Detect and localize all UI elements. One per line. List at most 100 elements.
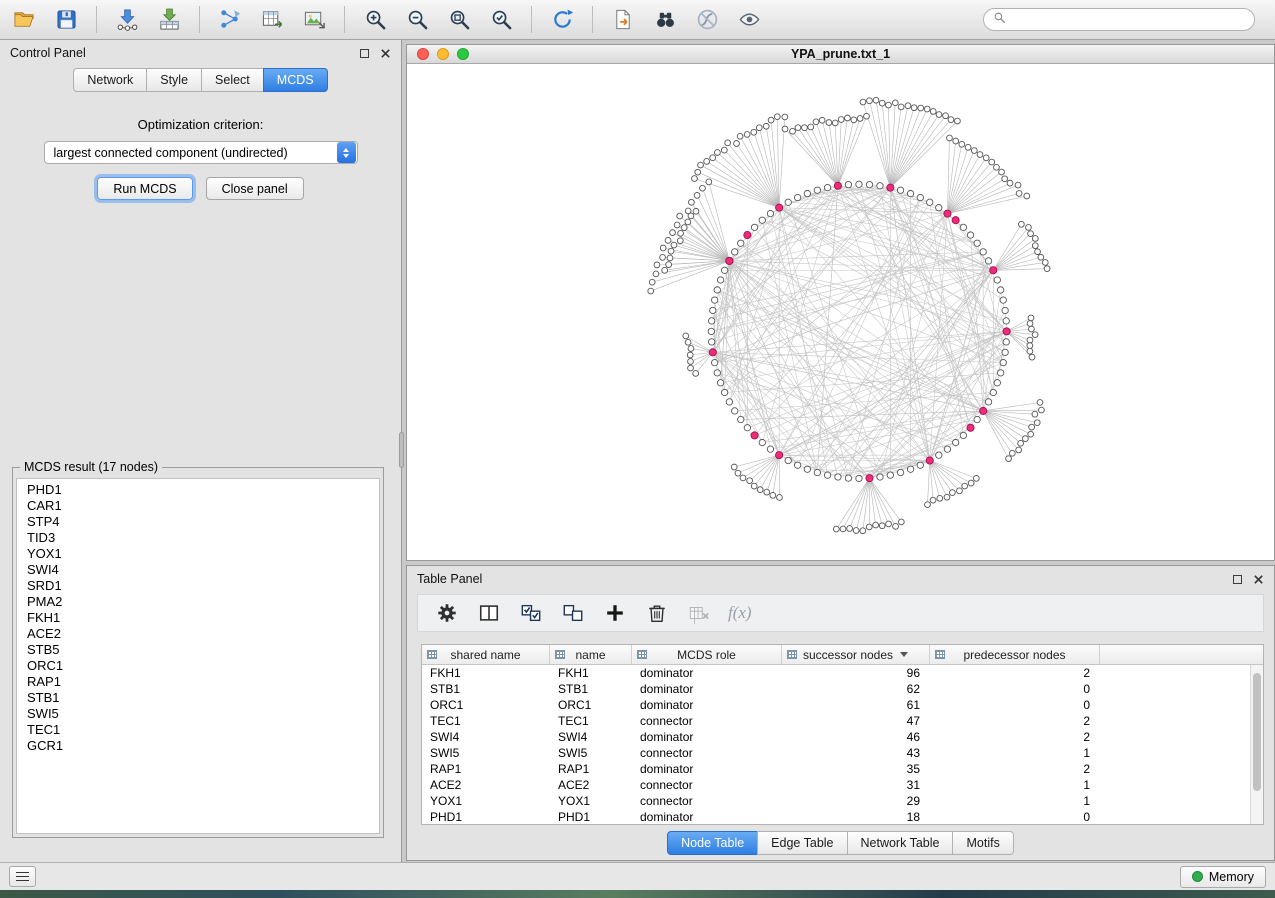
cell-shared-name[interactable]: ACE2 [422, 778, 550, 792]
table-scrollbar[interactable] [1250, 665, 1263, 824]
table-row[interactable]: YOX1YOX1connector291 [422, 793, 1250, 809]
unselect-all-columns-icon[interactable] [560, 600, 586, 626]
cell-successors[interactable]: 43 [782, 746, 930, 760]
table-row[interactable]: SWI5SWI5connector431 [422, 745, 1250, 761]
show-columns-icon[interactable] [476, 600, 502, 626]
cell-predecessors[interactable]: 0 [930, 698, 1100, 712]
cell-role[interactable]: connector [632, 714, 782, 728]
share-document-icon[interactable] [607, 5, 639, 35]
open-session-icon[interactable] [8, 5, 40, 35]
cell-role[interactable]: dominator [632, 698, 782, 712]
cell-successors[interactable]: 46 [782, 730, 930, 744]
run-mcds-button[interactable]: Run MCDS [97, 177, 192, 200]
column-header-name[interactable]: name [550, 645, 632, 664]
cell-successors[interactable]: 31 [782, 778, 930, 792]
cell-predecessors[interactable]: 2 [930, 666, 1100, 680]
window-close-traffic-icon[interactable] [417, 48, 429, 60]
cell-shared-name[interactable]: RAP1 [422, 762, 550, 776]
search-input[interactable] [1012, 13, 1245, 27]
result-item[interactable]: STB5 [17, 642, 379, 658]
cell-role[interactable]: connector [632, 794, 782, 808]
result-item[interactable]: SWI5 [17, 706, 379, 722]
result-item[interactable]: STP4 [17, 514, 379, 530]
column-header-MCDS-role[interactable]: MCDS role [632, 645, 782, 664]
cell-successors[interactable]: 62 [782, 682, 930, 696]
table-row[interactable]: RAP1RAP1dominator352 [422, 761, 1250, 777]
cell-role[interactable]: dominator [632, 682, 782, 696]
cell-role[interactable]: dominator [632, 666, 782, 680]
hide-graphics-icon[interactable] [691, 5, 723, 35]
show-graphics-icon[interactable] [733, 5, 765, 35]
cell-name[interactable]: ACE2 [550, 778, 632, 792]
result-item[interactable]: RAP1 [17, 674, 379, 690]
network-canvas[interactable] [407, 65, 1274, 560]
result-item[interactable]: CAR1 [17, 498, 379, 514]
zoom-fit-icon[interactable] [443, 5, 475, 35]
cell-shared-name[interactable]: ORC1 [422, 698, 550, 712]
save-session-icon[interactable] [50, 5, 82, 35]
cell-shared-name[interactable]: PHD1 [422, 810, 550, 824]
tab-motifs[interactable]: Motifs [952, 831, 1013, 855]
result-item[interactable]: YOX1 [17, 546, 379, 562]
cell-name[interactable]: YOX1 [550, 794, 632, 808]
cell-name[interactable]: ORC1 [550, 698, 632, 712]
cell-successors[interactable]: 18 [782, 810, 930, 824]
tab-style[interactable]: Style [146, 68, 202, 92]
table-row[interactable]: SWI4SWI4dominator462 [422, 729, 1250, 745]
cell-shared-name[interactable]: SWI4 [422, 730, 550, 744]
cell-successors[interactable]: 35 [782, 762, 930, 776]
result-item[interactable]: GCR1 [17, 738, 379, 754]
cell-name[interactable]: RAP1 [550, 762, 632, 776]
memory-button[interactable]: Memory [1180, 866, 1266, 888]
network-graph[interactable] [407, 65, 1274, 560]
cell-shared-name[interactable]: STB1 [422, 682, 550, 696]
cell-role[interactable]: connector [632, 778, 782, 792]
result-item[interactable]: ORC1 [17, 658, 379, 674]
cell-predecessors[interactable]: 2 [930, 730, 1100, 744]
column-header-predecessor-nodes[interactable]: predecessor nodes [930, 645, 1100, 664]
cell-successors[interactable]: 96 [782, 666, 930, 680]
create-column-plus-icon[interactable] [602, 600, 628, 626]
cell-name[interactable]: SWI4 [550, 730, 632, 744]
window-zoom-traffic-icon[interactable] [457, 48, 469, 60]
window-minimize-traffic-icon[interactable] [437, 48, 449, 60]
delete-column-icon[interactable] [686, 600, 712, 626]
cell-predecessors[interactable]: 1 [930, 746, 1100, 760]
result-item[interactable]: TID3 [17, 530, 379, 546]
cell-name[interactable]: TEC1 [550, 714, 632, 728]
result-item[interactable]: FKH1 [17, 610, 379, 626]
table-row[interactable]: ORC1ORC1dominator610 [422, 697, 1250, 713]
export-table-icon[interactable] [256, 5, 288, 35]
close-table-panel-icon[interactable] [1253, 574, 1264, 585]
cell-successors[interactable]: 61 [782, 698, 930, 712]
cell-predecessors[interactable]: 0 [930, 810, 1100, 824]
result-item[interactable]: PHD1 [17, 482, 379, 498]
close-panel-icon[interactable] [380, 48, 391, 59]
zoom-selected-icon[interactable] [485, 5, 517, 35]
cell-role[interactable]: dominator [632, 730, 782, 744]
cell-role[interactable]: dominator [632, 762, 782, 776]
cell-name[interactable]: SWI5 [550, 746, 632, 760]
import-network-icon[interactable] [111, 5, 143, 35]
table-scrollbar-thumb[interactable] [1253, 673, 1261, 791]
cell-name[interactable]: FKH1 [550, 666, 632, 680]
result-item[interactable]: TEC1 [17, 722, 379, 738]
float-panel-icon[interactable] [360, 49, 369, 58]
search-field[interactable] [983, 8, 1255, 31]
close-panel-button[interactable]: Close panel [206, 177, 304, 200]
table-settings-gear-icon[interactable] [434, 600, 460, 626]
table-row[interactable]: TEC1TEC1connector472 [422, 713, 1250, 729]
table-row[interactable]: PHD1PHD1dominator180 [422, 809, 1250, 824]
tab-select[interactable]: Select [201, 68, 264, 92]
zoom-out-icon[interactable] [401, 5, 433, 35]
import-table-icon[interactable] [153, 5, 185, 35]
panel-splitter-handle[interactable] [399, 432, 404, 468]
result-item[interactable]: PMA2 [17, 594, 379, 610]
cell-predecessors[interactable]: 1 [930, 794, 1100, 808]
cell-role[interactable]: connector [632, 746, 782, 760]
result-item[interactable]: STB1 [17, 690, 379, 706]
tab-node-table[interactable]: Node Table [667, 831, 758, 855]
delete-row-trash-icon[interactable] [644, 600, 670, 626]
tab-edge-table[interactable]: Edge Table [757, 831, 847, 855]
column-header-shared-name[interactable]: shared name [422, 645, 550, 664]
